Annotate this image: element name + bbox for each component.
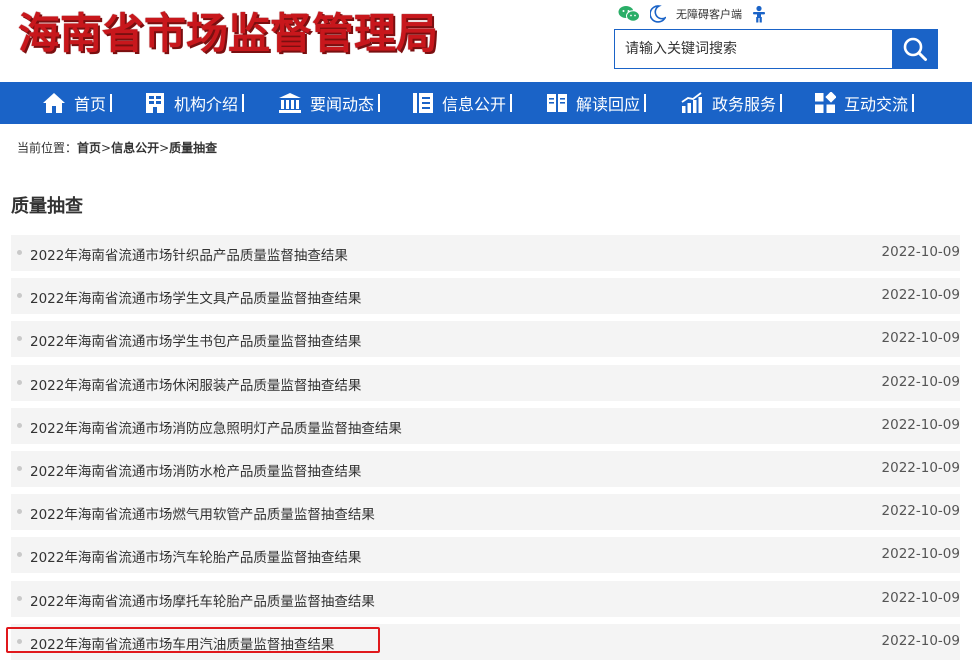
item-date: 2022-10-09: [881, 287, 960, 304]
nav-item-interaction[interactable]: 互动交流: [814, 82, 915, 124]
accessibility-link[interactable]: 无障碍客户端: [676, 6, 742, 22]
top-tools: 无障碍客户端: [618, 4, 778, 24]
nav-item-label: 解读回应: [576, 95, 641, 114]
nav-item-label: 信息公开: [442, 95, 507, 114]
list-item[interactable]: 2022年海南省流通市场消防应急照明灯产品质量监督抽查结果 2022-10-09: [11, 407, 960, 444]
item-title[interactable]: 2022年海南省流通市场车用汽油质量监督抽查结果: [30, 633, 334, 653]
nav-item-label: 政务服务: [712, 95, 777, 114]
search-input[interactable]: [615, 30, 892, 68]
night-mode-icon[interactable]: [650, 5, 666, 23]
item-title[interactable]: 2022年海南省流通市场学生文具产品质量监督抽查结果: [30, 287, 361, 307]
nav-item-home[interactable]: 首页: [42, 82, 113, 124]
wechat-icon[interactable]: [618, 5, 640, 23]
breadcrumb-info-public[interactable]: 信息公开: [111, 141, 159, 155]
breadcrumb: 当前位置：首页>信息公开>质量抽查: [17, 139, 217, 156]
item-title[interactable]: 2022年海南省流通市场学生书包产品质量监督抽查结果: [30, 330, 361, 350]
list-item-highlighted[interactable]: 2022年海南省流通市场车用汽油质量监督抽查结果 2022-10-09: [6, 623, 960, 660]
item-date: 2022-10-09: [881, 503, 960, 520]
list-item[interactable]: 2022年海南省流通市场学生文具产品质量监督抽查结果 2022-10-09: [11, 278, 960, 315]
chart-icon: [681, 92, 702, 113]
bullet-icon: [17, 552, 22, 558]
document-icon: [413, 93, 433, 113]
section-title: 质量抽查: [11, 196, 83, 217]
nav-divider: [912, 94, 915, 112]
nav-item-interpretation[interactable]: 解读回应: [546, 82, 647, 124]
search-icon: [903, 37, 927, 61]
list-item[interactable]: 2022年海南省流通市场燃气用软管产品质量监督抽查结果 2022-10-09: [11, 494, 960, 531]
building-icon: [146, 93, 164, 113]
list-item[interactable]: 2022年海南省流通市场针织品产品质量监督抽查结果 2022-10-09: [11, 235, 960, 271]
item-date: 2022-10-09: [881, 244, 960, 260]
nav-divider: [780, 94, 783, 112]
item-title[interactable]: 2022年海南省流通市场汽车轮胎产品质量监督抽查结果: [30, 546, 361, 566]
article-list: 2022年海南省流通市场针织品产品质量监督抽查结果 2022-10-09 202…: [6, 235, 960, 660]
nav-item-about[interactable]: 机构介绍: [144, 82, 245, 124]
list-item[interactable]: 2022年海南省流通市场学生书包产品质量监督抽查结果 2022-10-09: [11, 321, 960, 358]
item-title[interactable]: 2022年海南省流通市场燃气用软管产品质量监督抽查结果: [30, 503, 375, 523]
bullet-icon: [17, 293, 22, 299]
bullet-icon: [17, 638, 22, 644]
breadcrumb-current[interactable]: 质量抽查: [169, 141, 217, 155]
list-item[interactable]: 2022年海南省流通市场消防水枪产品质量监督抽查结果 2022-10-09: [11, 450, 960, 487]
item-title[interactable]: 2022年海南省流通市场摩托车轮胎产品质量监督抽查结果: [30, 590, 375, 610]
home-icon: [43, 93, 65, 113]
item-date: 2022-10-09: [881, 632, 960, 649]
nav-item-label: 首页: [74, 95, 107, 114]
nav-item-label: 要闻动态: [310, 95, 375, 114]
nav-item-label: 机构介绍: [174, 95, 239, 114]
accessibility-icon[interactable]: [750, 5, 768, 23]
nav-divider: [110, 94, 113, 112]
bank-icon: [279, 93, 301, 113]
main-nav: 首页 机构介绍 要闻动态 信息公开 解读回应 政务服务 互动交流: [0, 82, 972, 124]
bullet-icon: [17, 336, 22, 342]
bullet-icon: [17, 509, 22, 515]
item-date: 2022-10-09: [881, 589, 960, 606]
bullet-icon: [17, 379, 22, 385]
search-button[interactable]: [892, 29, 938, 69]
breadcrumb-separator: >: [101, 141, 112, 155]
nav-divider: [242, 94, 245, 112]
grid-icon: [815, 92, 836, 113]
item-title[interactable]: 2022年海南省流通市场休闲服装产品质量监督抽查结果: [30, 374, 361, 394]
breadcrumb-prefix: 当前位置：: [17, 141, 78, 155]
bullet-icon: [17, 422, 22, 428]
item-title[interactable]: 2022年海南省流通市场针织品产品质量监督抽查结果: [30, 244, 348, 264]
nav-item-services[interactable]: 政务服务: [680, 82, 783, 124]
item-title[interactable]: 2022年海南省流通市场消防应急照明灯产品质量监督抽查结果: [30, 417, 402, 437]
nav-divider: [378, 94, 381, 112]
item-date: 2022-10-09: [881, 546, 960, 563]
breadcrumb-home[interactable]: 首页: [77, 141, 101, 155]
nav-divider: [510, 94, 513, 112]
nav-item-label: 互动交流: [844, 95, 909, 114]
item-date: 2022-10-09: [881, 330, 960, 347]
item-date: 2022-10-09: [881, 459, 960, 476]
search-box: [614, 29, 892, 69]
site-logo[interactable]: 海南省市场监督管理局: [18, 8, 438, 60]
site-header: 海南省市场监督管理局 无障碍客户端: [0, 0, 972, 82]
book-icon: [547, 94, 567, 112]
bullet-icon: [17, 250, 22, 255]
nav-item-info-public[interactable]: 信息公开: [412, 82, 513, 124]
list-item[interactable]: 2022年海南省流通市场摩托车轮胎产品质量监督抽查结果 2022-10-09: [11, 580, 960, 617]
list-item[interactable]: 2022年海南省流通市场休闲服装产品质量监督抽查结果 2022-10-09: [11, 364, 960, 401]
item-title[interactable]: 2022年海南省流通市场消防水枪产品质量监督抽查结果: [30, 460, 361, 480]
nav-divider: [644, 94, 647, 112]
nav-item-news[interactable]: 要闻动态: [278, 82, 381, 124]
item-date: 2022-10-09: [881, 416, 960, 433]
bullet-icon: [17, 465, 22, 471]
list-item[interactable]: 2022年海南省流通市场汽车轮胎产品质量监督抽查结果 2022-10-09: [11, 537, 960, 574]
item-date: 2022-10-09: [881, 373, 960, 390]
bullet-icon: [17, 595, 22, 601]
breadcrumb-separator: >: [159, 141, 170, 155]
